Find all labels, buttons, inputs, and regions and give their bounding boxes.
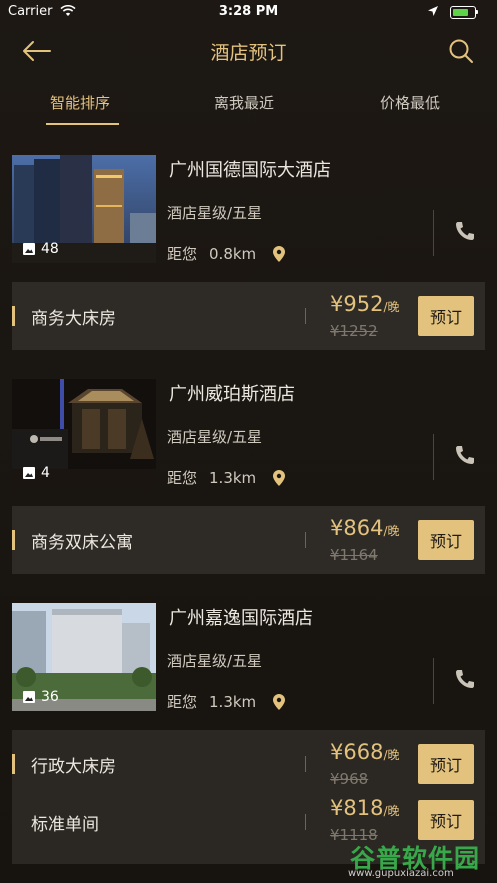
room-row: 商务大床房 ¥952/晚 ¥1252 预订 [12, 282, 485, 350]
price-value: ¥818 [330, 796, 384, 820]
price-value: ¥952 [330, 292, 384, 316]
page-title: 酒店预订 [210, 42, 287, 64]
gallery-icon [23, 243, 35, 255]
gallery-icon [23, 691, 35, 703]
room-row: 商务双床公寓 ¥864/晚 ¥1164 预订 [12, 506, 485, 574]
distance-label: 距您 [167, 245, 198, 263]
price-unit: /晚 [383, 300, 400, 314]
hotel-name[interactable]: 广州国德国际大酒店 [169, 156, 331, 182]
hotel-photo[interactable]: 48 [12, 155, 156, 263]
room-separator [305, 532, 306, 548]
photo-count-value: 48 [41, 241, 59, 257]
hotel-name[interactable]: 广州嘉逸国际酒店 [169, 604, 313, 630]
distance-value: 1.3km [209, 468, 257, 487]
photo-count: 48 [22, 241, 59, 257]
hotel-star-rating: 酒店星级/五星 [167, 428, 263, 446]
room-price: ¥952/晚 [330, 292, 400, 316]
original-price: ¥1164 [330, 546, 378, 564]
phone-icon[interactable] [453, 219, 477, 243]
book-button[interactable]: 预订 [418, 800, 474, 840]
room-name: 行政大床房 [31, 757, 116, 777]
original-price: ¥968 [330, 770, 369, 788]
hotel-distance: 距您 1.3km [167, 691, 286, 712]
divider [433, 658, 434, 704]
hotel-photo[interactable]: 36 [12, 603, 156, 711]
clock: 3:28 PM [218, 4, 279, 19]
room-price: ¥668/晚 [330, 740, 400, 764]
watermark-url: www.gupuxiazai.com [348, 868, 454, 879]
room-separator [305, 814, 306, 830]
photo-count: 36 [22, 689, 59, 705]
room-name: 标准单间 [31, 815, 99, 835]
hotel-star-rating: 酒店星级/五星 [167, 204, 263, 222]
watermark: 谷普软件园 www.gupuxiazai.com [346, 835, 494, 881]
battery-icon [450, 6, 476, 19]
distance-label: 距您 [167, 693, 198, 711]
distance-value: 1.3km [209, 692, 257, 711]
location-pin-icon [273, 245, 286, 262]
divider [433, 210, 434, 256]
room-accent-bar [12, 530, 15, 550]
nav-bar: 酒店预订 [0, 26, 497, 76]
active-tab-indicator [46, 123, 119, 125]
tab-nearest[interactable]: 离我最近 [214, 92, 274, 113]
room-separator [305, 308, 306, 324]
divider [433, 434, 434, 480]
hotel-card[interactable]: 48 广州国德国际大酒店 酒店星级/五星 距您 0.8km [12, 155, 485, 265]
price-unit: /晚 [383, 524, 400, 538]
book-button[interactable]: 预订 [418, 520, 474, 560]
room-price: ¥818/晚 [330, 796, 400, 820]
location-arrow-icon [428, 6, 438, 16]
room-accent-bar [12, 306, 15, 326]
price-value: ¥864 [330, 516, 384, 540]
sort-tabs: 智能排序 离我最近 价格最低 [0, 78, 497, 128]
hotel-name[interactable]: 广州威珀斯酒店 [169, 380, 295, 406]
room-price: ¥864/晚 [330, 516, 400, 540]
distance-label: 距您 [167, 469, 198, 487]
gallery-icon [23, 467, 35, 479]
book-button[interactable]: 预订 [418, 296, 474, 336]
hotel-distance: 距您 1.3km [167, 467, 286, 488]
photo-count-value: 36 [41, 689, 59, 705]
room-name: 商务双床公寓 [31, 533, 133, 553]
room-name: 商务大床房 [31, 309, 116, 329]
status-bar: Carrier 3:28 PM [0, 0, 497, 26]
search-icon[interactable] [446, 36, 476, 66]
hotel-photo[interactable]: 4 [12, 379, 156, 487]
price-value: ¥668 [330, 740, 384, 764]
original-price: ¥1252 [330, 322, 378, 340]
location-pin-icon [273, 693, 286, 710]
room-separator [305, 756, 306, 772]
hotel-distance: 距您 0.8km [167, 243, 286, 264]
photo-count-value: 4 [41, 465, 50, 481]
hotel-star-rating: 酒店星级/五星 [167, 652, 263, 670]
distance-value: 0.8km [209, 244, 257, 263]
book-button[interactable]: 预订 [418, 744, 474, 784]
phone-icon[interactable] [453, 443, 477, 467]
hotel-card[interactable]: 4 广州威珀斯酒店 酒店星级/五星 距您 1.3km [12, 379, 485, 489]
tab-smart-sort[interactable]: 智能排序 [50, 92, 110, 113]
location-pin-icon [273, 469, 286, 486]
tab-lowest-price[interactable]: 价格最低 [380, 92, 440, 113]
photo-count: 4 [22, 465, 50, 481]
price-unit: /晚 [383, 748, 400, 762]
price-unit: /晚 [383, 804, 400, 818]
hotel-card[interactable]: 36 广州嘉逸国际酒店 酒店星级/五星 距您 1.3km [12, 603, 485, 713]
phone-icon[interactable] [453, 667, 477, 691]
room-accent-bar [12, 754, 15, 774]
battery-tip [476, 10, 478, 14]
